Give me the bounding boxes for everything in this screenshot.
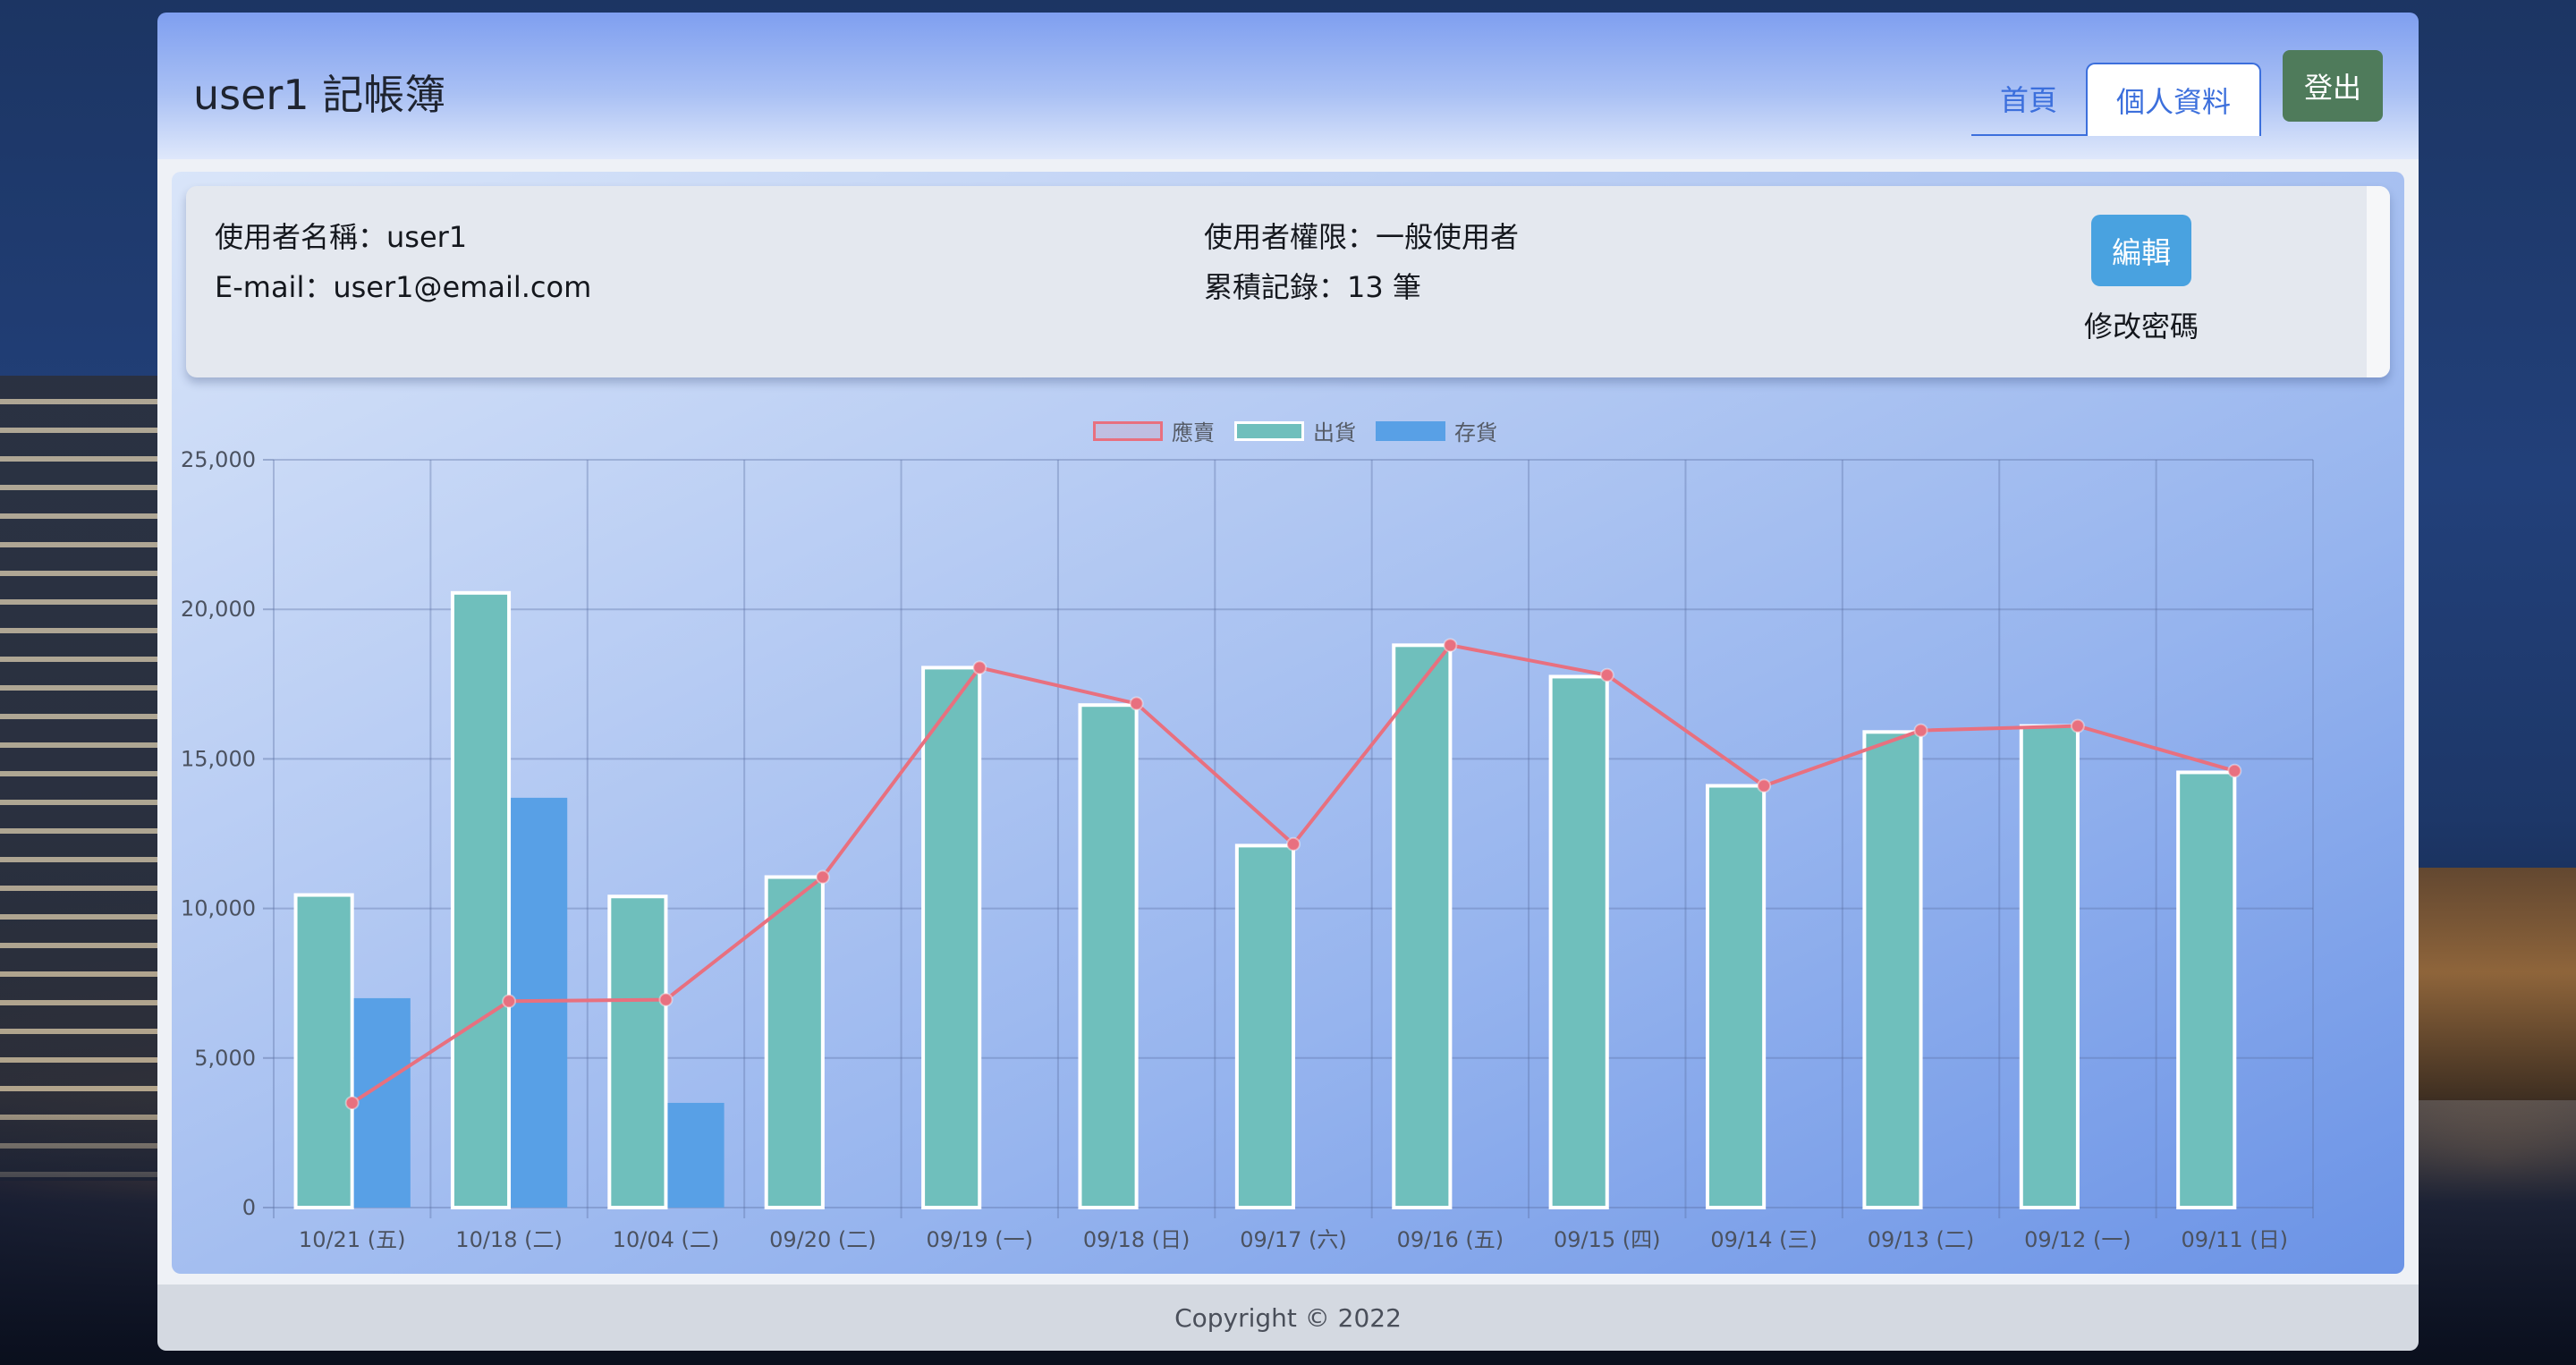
line-point	[502, 994, 517, 1009]
y-tick-label: 0	[242, 1195, 256, 1220]
line-point	[815, 869, 830, 885]
bar-stock	[667, 1102, 724, 1208]
y-tick-label: 15,000	[181, 746, 256, 771]
x-tick-label: 09/16 (五)	[1397, 1227, 1504, 1252]
line-point	[1129, 696, 1144, 711]
bar-stock	[353, 997, 411, 1208]
line-point	[658, 992, 674, 1007]
page-title: user1 記帳簿	[193, 71, 446, 119]
bar-outbound	[1548, 674, 1609, 1209]
bar-outbound	[1706, 784, 1767, 1209]
bar-outbound	[921, 666, 982, 1209]
x-tick-label: 09/15 (四)	[1554, 1227, 1661, 1252]
line-point	[1599, 667, 1614, 682]
x-tick-label: 10/04 (二)	[613, 1227, 720, 1252]
nav-tab-home[interactable]: 首頁	[1970, 63, 2086, 136]
x-tick-label: 09/17 (六)	[1240, 1227, 1347, 1252]
bar-outbound	[607, 894, 668, 1209]
line-point	[1443, 638, 1458, 653]
chart-svg: 0 5,000 10,000 15,000 20,000 25,000 10/21 (五) 1…	[181, 447, 2314, 1252]
x-tick-label: 10/21 (五)	[299, 1227, 406, 1252]
bar-outbound	[1862, 730, 1923, 1209]
y-tick-label: 20,000	[181, 597, 256, 622]
bar-outbound	[2176, 770, 2237, 1209]
bar-outbound	[2019, 724, 2080, 1209]
line-point	[2227, 763, 2242, 778]
x-tick-label: 09/18 (日)	[1083, 1227, 1191, 1252]
app-window: user1 記帳簿 首頁 個人資料 登出 使用者名稱：user1 E-mail：…	[157, 13, 2419, 1351]
x-tick-label: 09/12 (一)	[2024, 1227, 2131, 1252]
logout-button[interactable]: 登出	[2283, 50, 2383, 122]
footer: Copyright © 2022	[157, 1284, 2419, 1351]
x-tick-label: 09/11 (日)	[2182, 1227, 2289, 1252]
bar-outbound	[1234, 844, 1296, 1209]
bar-outbound	[450, 590, 512, 1210]
main-content: 使用者名稱：user1 E-mail：user1@email.com 使用者權限…	[157, 159, 2419, 1284]
x-tick-label: 10/18 (二)	[455, 1227, 563, 1252]
line-point	[1913, 723, 1928, 738]
line-point	[1757, 778, 1772, 793]
bar-outbound	[1078, 703, 1139, 1209]
profile-card: 使用者名稱：user1 E-mail：user1@email.com 使用者權限…	[172, 172, 2404, 1274]
x-tick-label: 09/19 (一)	[926, 1227, 1033, 1252]
x-tick-label: 09/14 (三)	[1710, 1227, 1818, 1252]
navbar: user1 記帳簿 首頁 個人資料 登出	[157, 13, 2419, 159]
line-point	[1286, 836, 1301, 852]
y-tick-label: 5,000	[194, 1046, 256, 1071]
copyright-text: Copyright © 2022	[1174, 1302, 1402, 1333]
background-building-right	[2415, 868, 2576, 1100]
nav-tab-profile[interactable]: 個人資料	[2085, 63, 2261, 136]
line-point	[344, 1095, 360, 1110]
y-tick-label: 10,000	[181, 896, 256, 921]
background-building-left	[0, 376, 161, 1181]
y-tick-label: 25,000	[181, 447, 256, 472]
bar-outbound	[764, 875, 825, 1209]
x-tick-label: 09/20 (二)	[769, 1227, 877, 1252]
bar-outbound	[1392, 643, 1453, 1209]
bar-outbound	[293, 893, 354, 1209]
chart-area: 應賣 出貨 存貨 0 5,000 10,000 15,000 20,000 25,000 1…	[172, 172, 2404, 1274]
line-point	[972, 660, 987, 675]
line-point	[2070, 718, 2085, 733]
nav-tabs: 首頁 個人資料	[1970, 50, 2261, 136]
x-tick-label: 09/13 (二)	[1868, 1227, 1975, 1252]
